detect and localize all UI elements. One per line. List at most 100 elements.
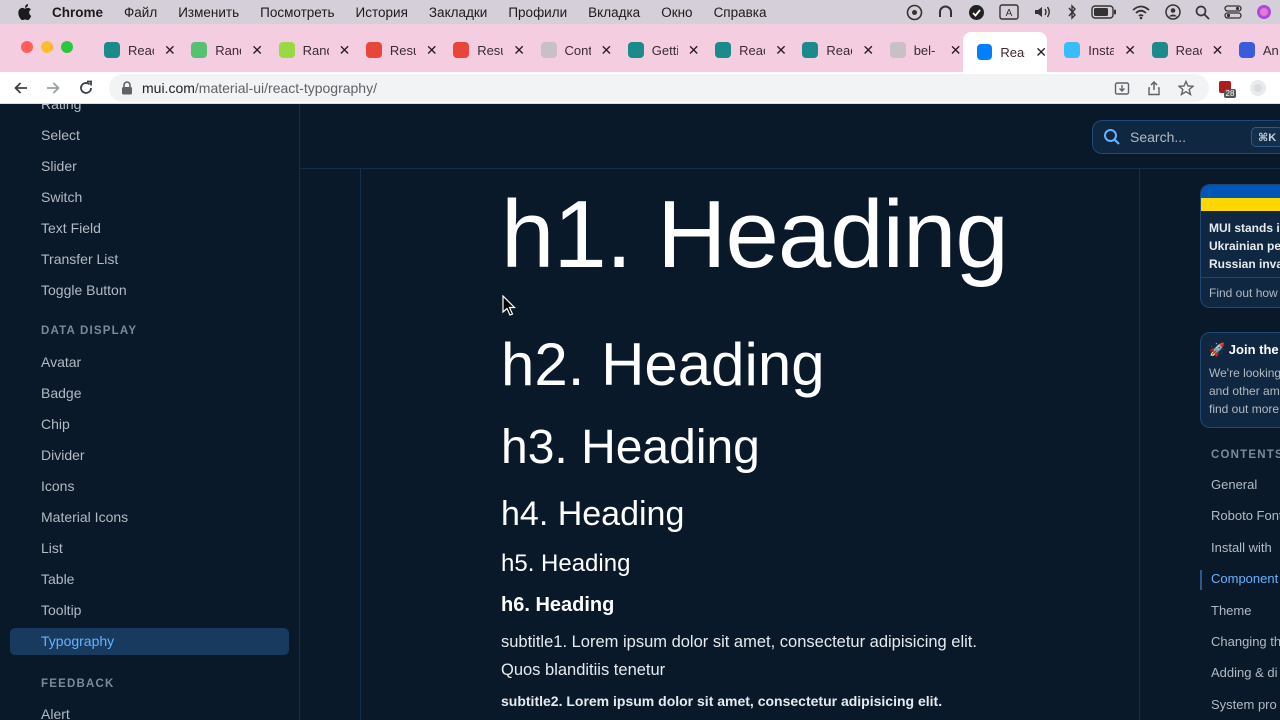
bluetooth-icon[interactable] xyxy=(1067,4,1077,20)
browser-tab-1[interactable]: Rand ✕ xyxy=(191,37,263,63)
menubar-status-icons: A xyxy=(906,0,1272,24)
toc-item[interactable]: Changing th xyxy=(1211,634,1280,649)
menu-edit[interactable]: Изменить xyxy=(178,5,239,20)
user-account-icon[interactable] xyxy=(1165,4,1181,20)
browser-tab-11[interactable]: Insta ✕ xyxy=(1064,37,1136,63)
sidebar-item-chip[interactable]: Chip xyxy=(41,416,70,432)
sidebar-item-tooltip[interactable]: Tooltip xyxy=(41,602,81,618)
close-tab-icon[interactable]: ✕ xyxy=(775,42,787,59)
menu-window[interactable]: Окно xyxy=(661,5,692,20)
menu-file[interactable]: Файл xyxy=(124,5,157,20)
react-icon xyxy=(802,42,819,58)
lock-icon[interactable] xyxy=(121,81,133,95)
sidebar-item-transfer-list[interactable]: Transfer List xyxy=(41,251,118,267)
profile-avatar-icon[interactable] xyxy=(1248,78,1268,98)
sidebar-item-table[interactable]: Table xyxy=(41,571,74,587)
sidebar-item-text-field[interactable]: Text Field xyxy=(41,220,101,236)
sidebar-item-slider[interactable]: Slider xyxy=(41,158,77,174)
toc-item[interactable]: Roboto Font xyxy=(1211,508,1280,523)
close-tab-icon[interactable]: ✕ xyxy=(513,42,525,59)
close-tab-icon[interactable]: ✕ xyxy=(426,42,438,59)
window-close-button[interactable] xyxy=(21,41,33,53)
battery-icon[interactable] xyxy=(1091,5,1117,19)
browser-tab-strip: React✕Rand✕Rand✕Resu✕Resu✕Cont✕Getti✕Rea… xyxy=(0,24,1280,72)
sidebar-item-toggle-button[interactable]: Toggle Button xyxy=(41,282,127,298)
ukraine-banner-card[interactable]: MUI stands i Ukrainian pe Russian invas … xyxy=(1200,184,1280,308)
browser-tab-3[interactable]: Resu ✕ xyxy=(365,37,438,63)
sidebar-item-icons[interactable]: Icons xyxy=(41,478,74,494)
close-tab-icon[interactable]: ✕ xyxy=(862,42,874,59)
extension-icon[interactable]: 28 xyxy=(1216,78,1236,98)
apple-icon[interactable] xyxy=(18,4,36,20)
browser-tab-2[interactable]: Rand ✕ xyxy=(278,37,351,63)
sidebar-item-badge[interactable]: Badge xyxy=(41,385,81,401)
reload-icon[interactable] xyxy=(75,77,97,99)
browser-tab-10[interactable]: React ✕ xyxy=(963,32,1047,72)
window-zoom-button[interactable] xyxy=(61,41,73,53)
toc-item[interactable]: Install with xyxy=(1211,540,1272,555)
window-minimize-button[interactable] xyxy=(41,41,53,53)
close-tab-icon[interactable]: ✕ xyxy=(251,42,263,59)
volume-icon[interactable] xyxy=(1033,4,1053,20)
demo-h1-heading: h1. Heading xyxy=(501,181,1009,288)
toc-item[interactable]: Theme xyxy=(1211,603,1251,618)
close-tab-icon[interactable]: ✕ xyxy=(950,42,962,59)
browser-tab-6[interactable]: Getti ✕ xyxy=(627,37,700,63)
creative-cloud-icon[interactable] xyxy=(906,4,923,21)
sidebar-item-divider[interactable]: Divider xyxy=(41,447,85,463)
menu-view[interactable]: Посмотреть xyxy=(260,5,334,20)
install-app-icon[interactable] xyxy=(1112,78,1132,98)
browser-tab-8[interactable]: React ✕ xyxy=(802,37,874,63)
input-source-icon[interactable]: A xyxy=(999,4,1019,20)
close-tab-icon[interactable]: ✕ xyxy=(1212,42,1224,59)
menu-history[interactable]: История xyxy=(356,5,408,20)
demo-h6-heading: h6. Heading xyxy=(501,594,615,616)
menu-help[interactable]: Справка xyxy=(714,5,767,20)
bookmark-star-icon[interactable] xyxy=(1176,78,1196,98)
sidebar-item-material-icons[interactable]: Material Icons xyxy=(41,509,128,525)
menu-tab[interactable]: Вкладка xyxy=(588,5,640,20)
wifi-icon[interactable] xyxy=(1131,4,1151,20)
close-tab-icon[interactable]: ✕ xyxy=(601,42,613,59)
spotlight-search-icon[interactable] xyxy=(1195,5,1210,20)
browser-tab-4[interactable]: Resu ✕ xyxy=(453,37,525,63)
headphones-icon[interactable] xyxy=(937,4,954,21)
browser-tab-13[interactable]: An xyxy=(1238,37,1280,63)
back-arrow-icon[interactable] xyxy=(10,77,32,99)
address-bar[interactable]: mui.com/material-ui/react-typography/ xyxy=(109,74,1209,102)
sidebar-item-list[interactable]: List xyxy=(41,540,63,556)
banner-find-out-link[interactable]: Find out how xyxy=(1201,277,1280,307)
tab-label: Getti xyxy=(651,42,678,58)
search-button[interactable]: Search... ⌘K xyxy=(1092,120,1280,154)
browser-tab-9[interactable]: bel- ✕ xyxy=(889,37,962,63)
sidebar-item-avatar[interactable]: Avatar xyxy=(41,354,81,370)
sidebar-item-rating[interactable]: Rating xyxy=(41,104,81,112)
menu-profiles[interactable]: Профили xyxy=(508,5,567,20)
menu-app-chrome[interactable]: Chrome xyxy=(52,5,103,20)
sidebar-item-alert[interactable]: Alert xyxy=(41,706,70,720)
menu-bookmarks[interactable]: Закладки xyxy=(429,5,487,20)
browser-tab-12[interactable]: React ✕ xyxy=(1151,37,1224,63)
toc-item[interactable]: System pro xyxy=(1211,697,1277,712)
tab-label: React xyxy=(1175,42,1202,58)
sidebar-item-select[interactable]: Select xyxy=(41,127,80,143)
share-icon[interactable] xyxy=(1144,78,1164,98)
sidebar-item-typography[interactable]: Typography xyxy=(41,633,114,649)
browser-tab-7[interactable]: React ✕ xyxy=(715,37,787,63)
siri-icon[interactable] xyxy=(1256,4,1272,20)
close-tab-icon[interactable]: ✕ xyxy=(1124,42,1136,59)
close-tab-icon[interactable]: ✕ xyxy=(339,42,351,59)
toc-item[interactable]: Component xyxy=(1211,571,1278,586)
join-team-card[interactable]: 🚀 Join the We're looking and other am fi… xyxy=(1200,332,1280,428)
sidebar-item-switch[interactable]: Switch xyxy=(41,189,82,205)
close-tab-icon[interactable]: ✕ xyxy=(688,42,700,59)
shield-badge-icon[interactable] xyxy=(968,4,985,21)
close-tab-icon[interactable]: ✕ xyxy=(1035,44,1047,61)
toc-item[interactable]: General xyxy=(1211,477,1257,492)
forward-arrow-icon[interactable] xyxy=(42,77,64,99)
browser-tab-5[interactable]: Cont ✕ xyxy=(540,37,613,63)
browser-tab-0[interactable]: React ✕ xyxy=(104,37,176,63)
close-tab-icon[interactable]: ✕ xyxy=(164,42,176,59)
toc-item[interactable]: Adding & di xyxy=(1211,665,1278,680)
control-center-icon[interactable] xyxy=(1224,5,1242,19)
